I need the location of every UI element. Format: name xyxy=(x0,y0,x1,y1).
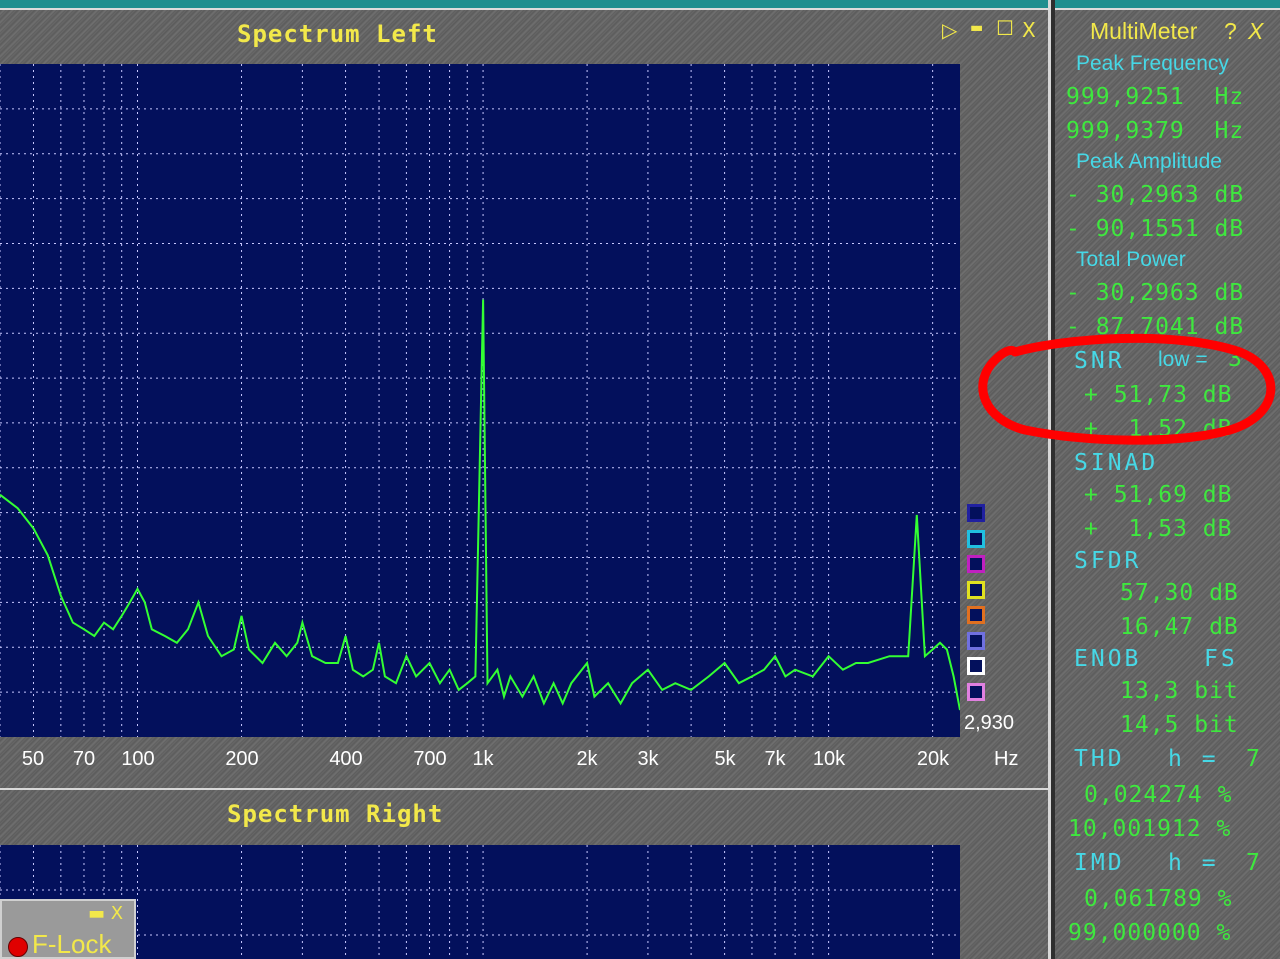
trace-color-swatch[interactable] xyxy=(967,657,985,675)
x-tick-label: 10k xyxy=(812,748,846,770)
snr-value-2: + 1,52 dB xyxy=(1084,416,1233,442)
spectrum-analyzer-app: Spectrum Left ▷ ▬ ☐ X 50 70 100 200 400 700 1k… xyxy=(0,0,1280,959)
snr-low-label: low = xyxy=(1158,348,1208,371)
play-icon[interactable]: ▷ xyxy=(942,18,957,42)
sfdr-value-2: 16,47 dB xyxy=(1120,614,1239,640)
imd-label: IMD xyxy=(1074,850,1125,876)
thd-value-1: 0,024274 % xyxy=(1084,782,1233,808)
x-axis-unit-label: Hz xyxy=(994,748,1019,770)
spectrum-right-chart xyxy=(0,845,960,959)
trace-color-swatch[interactable] xyxy=(967,682,985,701)
spectrum-trace xyxy=(0,299,961,711)
x-tick-label: 70 xyxy=(72,748,96,770)
imd-value-2: 99,000000 % xyxy=(1068,920,1232,946)
thd-value-2: 10,001912 % xyxy=(1068,816,1232,842)
spectrum-left-chart xyxy=(0,64,961,737)
x-tick-label: 2k xyxy=(576,748,598,770)
peak-frequency-label: Peak Frequency xyxy=(1076,52,1229,75)
trace-color-swatch[interactable] xyxy=(967,529,985,548)
help-icon[interactable]: ? xyxy=(1224,18,1237,45)
multimeter-separator-dark xyxy=(1051,0,1055,959)
imd-value-1: 0,061789 % xyxy=(1084,886,1233,912)
enob-mode[interactable]: FS xyxy=(1204,646,1238,672)
spectrum-right-title: Spectrum Right xyxy=(227,800,444,828)
trace-color-swatch[interactable] xyxy=(967,504,985,522)
close-icon[interactable]: X xyxy=(1022,18,1036,42)
thd-label: THD xyxy=(1074,746,1125,772)
imd-h-value[interactable]: 7 xyxy=(1246,850,1261,876)
trace-color-swatch[interactable] xyxy=(967,555,985,573)
f-lock-window[interactable]: ▬ X F-Lock xyxy=(0,899,136,959)
minimize-icon[interactable]: ▬ xyxy=(970,20,983,36)
multimeter-panel: MultiMeter ? X Peak Frequency 999,9251 H… xyxy=(1058,10,1280,959)
sfdr-value-1: 57,30 dB xyxy=(1120,580,1239,606)
snr-value-1: + 51,73 dB xyxy=(1084,382,1233,408)
y-range-value-label: 2,930 xyxy=(964,712,1015,734)
multimeter-title: MultiMeter xyxy=(1090,18,1198,44)
snr-low-value[interactable]: 3 xyxy=(1228,346,1243,372)
record-indicator-icon xyxy=(8,937,28,957)
title-bar-strip xyxy=(0,0,1280,8)
peak-amplitude-value-2: - 90,1551 dB xyxy=(1066,216,1245,242)
sfdr-label: SFDR xyxy=(1074,548,1142,574)
spectrum-trace-line xyxy=(0,299,961,711)
peak-amplitude-value-1: - 30,2963 dB xyxy=(1066,182,1245,208)
peak-frequency-value-2: 999,9379 Hz xyxy=(1066,118,1245,144)
peak-amplitude-label: Peak Amplitude xyxy=(1076,150,1222,173)
x-tick-label: 1k xyxy=(472,748,494,770)
x-tick-label: 700 xyxy=(413,748,447,770)
snr-label: SNR xyxy=(1074,348,1125,374)
grid-lines xyxy=(0,64,960,737)
total-power-value-2: - 87,7041 dB xyxy=(1066,314,1245,340)
x-tick-label: 5k xyxy=(714,748,736,770)
spectrum-left-plot[interactable] xyxy=(0,64,961,737)
spectrum-left-title: Spectrum Left xyxy=(237,20,438,48)
panel-separator xyxy=(0,788,1050,790)
sinad-value-2: + 1,53 dB xyxy=(1084,516,1233,542)
trace-color-swatch[interactable] xyxy=(967,606,985,624)
trace-color-swatch[interactable] xyxy=(967,580,985,599)
sinad-value-1: + 51,69 dB xyxy=(1084,482,1233,508)
total-power-label: Total Power xyxy=(1076,248,1186,271)
x-tick-label: 100 xyxy=(121,748,155,770)
trace-color-swatch[interactable] xyxy=(967,631,985,650)
imd-h-label: h = xyxy=(1168,850,1219,876)
x-tick-label: 3k xyxy=(637,748,659,770)
peak-frequency-value-1: 999,9251 Hz xyxy=(1066,84,1245,110)
thd-h-label: h = xyxy=(1168,746,1219,772)
f-lock-label[interactable]: F-Lock xyxy=(32,929,111,959)
enob-label: ENOB xyxy=(1074,646,1142,672)
enob-value-1: 13,3 bit xyxy=(1120,678,1239,704)
maximize-icon[interactable]: ☐ xyxy=(996,16,1014,40)
x-tick-label: 200 xyxy=(225,748,259,770)
x-tick-label: 20k xyxy=(916,748,950,770)
spectrum-right-plot[interactable] xyxy=(0,845,960,959)
thd-h-value[interactable]: 7 xyxy=(1246,746,1261,772)
f-lock-window-controls[interactable]: ▬ X xyxy=(88,903,123,924)
x-tick-label: 7k xyxy=(764,748,786,770)
x-tick-label: 50 xyxy=(21,748,45,770)
enob-value-2: 14,5 bit xyxy=(1120,712,1239,738)
sinad-label: SINAD xyxy=(1074,450,1159,476)
grid-lines-right xyxy=(0,845,960,959)
x-tick-label: 400 xyxy=(329,748,363,770)
close-icon[interactable]: X xyxy=(1248,18,1263,45)
total-power-value-1: - 30,2963 dB xyxy=(1066,280,1245,306)
